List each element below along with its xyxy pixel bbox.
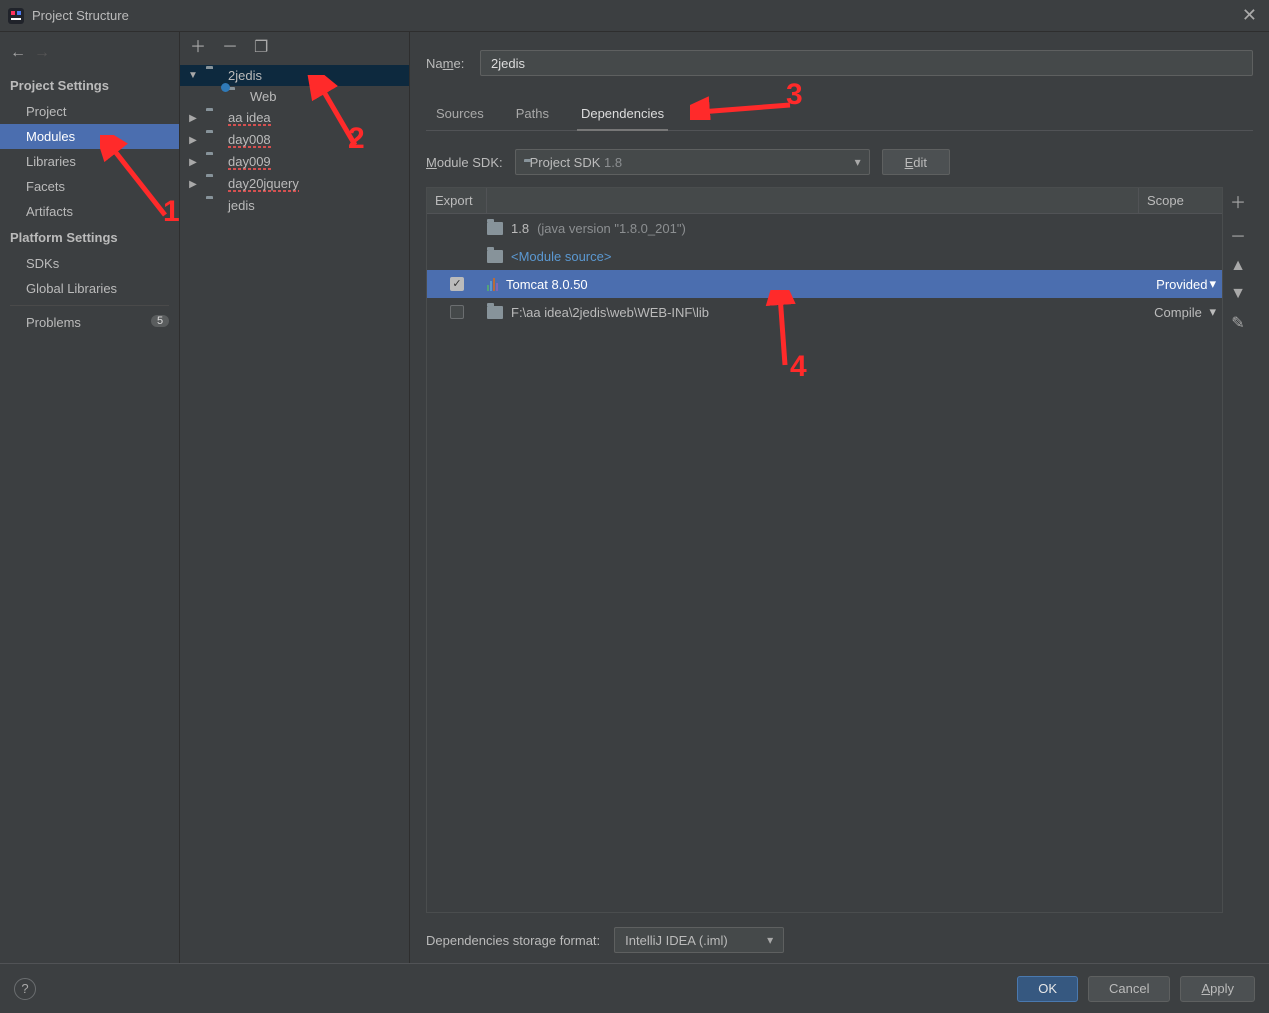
tab-paths[interactable]: Paths — [512, 98, 553, 130]
sidebar: ← → Project Settings Project Modules Lib… — [0, 32, 180, 963]
tab-sources[interactable]: Sources — [432, 98, 488, 130]
expand-icon[interactable]: ▼ — [186, 70, 200, 81]
module-tree-panel: ＋ － ❐ ▼ 2jedis Web ▶ aa idea ▶ — [180, 32, 410, 963]
folder-icon — [487, 222, 503, 235]
sidebar-item-modules[interactable]: Modules — [0, 124, 179, 149]
sidebar-item-libraries[interactable]: Libraries — [0, 149, 179, 174]
dep-row-lib-folder[interactable]: F:\aa idea\2jedis\web\WEB-INF\lib Compil… — [427, 298, 1222, 326]
tree-item-aa-idea[interactable]: ▶ aa idea — [180, 107, 409, 129]
sidebar-item-artifacts[interactable]: Artifacts — [0, 199, 179, 224]
section-platform-settings: Platform Settings — [0, 224, 179, 251]
storage-format-select[interactable]: IntelliJ IDEA (.iml) ▾ — [614, 927, 784, 953]
help-icon[interactable]: ? — [14, 978, 36, 1000]
tree-item-jedis[interactable]: jedis — [180, 195, 409, 216]
edit-dependency-icon[interactable]: ✎ — [1231, 313, 1244, 333]
copy-module-icon[interactable]: ❐ — [254, 40, 268, 56]
tree-item-day20jquery[interactable]: ▶ day20jquery — [180, 173, 409, 195]
add-dependency-icon[interactable]: ＋ — [1230, 189, 1246, 213]
storage-label: Dependencies storage format: — [426, 933, 600, 948]
folder-icon — [487, 306, 503, 319]
table-header: Export Scope — [427, 188, 1222, 214]
expand-icon[interactable]: ▶ — [186, 179, 200, 190]
problems-label: Problems — [26, 315, 81, 330]
name-input[interactable] — [480, 50, 1253, 76]
tree-item-day008[interactable]: ▶ day008 — [180, 129, 409, 151]
library-icon — [487, 278, 498, 291]
sidebar-item-facets[interactable]: Facets — [0, 174, 179, 199]
dependencies-table: Export Scope 1.8 (java version "1.8.0_20… — [426, 187, 1223, 913]
tree-item-web[interactable]: Web — [180, 86, 409, 107]
ok-button[interactable]: OK — [1017, 976, 1078, 1002]
scope-select[interactable]: Provided▾ — [1138, 276, 1222, 292]
module-tree[interactable]: ▼ 2jedis Web ▶ aa idea ▶ day008 ▶ — [180, 65, 409, 216]
move-down-icon[interactable]: ▼ — [1230, 285, 1246, 303]
dep-row-tomcat[interactable]: Tomcat 8.0.50 Provided▾ — [427, 270, 1222, 298]
dialog-footer: ? OK Cancel Apply — [0, 963, 1269, 1013]
apply-button[interactable]: Apply — [1180, 976, 1255, 1002]
section-project-settings: Project Settings — [0, 72, 179, 99]
forward-icon[interactable]: → — [34, 44, 50, 62]
add-module-icon[interactable]: ＋ — [190, 40, 206, 56]
chevron-down-icon: ▾ — [767, 933, 773, 947]
sidebar-item-sdks[interactable]: SDKs — [0, 251, 179, 276]
scope-select[interactable]: Compile ▾ — [1138, 304, 1222, 320]
expand-icon[interactable]: ▶ — [186, 135, 200, 146]
tree-item-day009[interactable]: ▶ day009 — [180, 151, 409, 173]
module-detail-panel: Name: Sources Paths Dependencies Module … — [410, 32, 1269, 963]
col-export[interactable]: Export — [427, 188, 487, 213]
chevron-down-icon: ▾ — [855, 155, 861, 169]
move-up-icon[interactable]: ▲ — [1230, 257, 1246, 275]
sidebar-item-problems[interactable]: Problems 5 — [0, 310, 179, 335]
divider — [10, 305, 169, 306]
module-toolbar: ＋ － ❐ — [180, 32, 409, 65]
app-icon — [8, 8, 24, 24]
window-title: Project Structure — [32, 8, 129, 23]
export-checkbox[interactable] — [450, 277, 464, 291]
sidebar-item-global-libraries[interactable]: Global Libraries — [0, 276, 179, 301]
detail-tabs: Sources Paths Dependencies — [426, 98, 1253, 131]
nav-history: ← → — [0, 40, 179, 72]
remove-module-icon[interactable]: － — [222, 40, 238, 56]
dep-row-module-source[interactable]: <Module source> — [427, 242, 1222, 270]
tab-dependencies[interactable]: Dependencies — [577, 98, 668, 131]
export-checkbox[interactable] — [450, 305, 464, 319]
folder-icon — [487, 250, 503, 263]
title-bar: Project Structure ✕ — [0, 0, 1269, 32]
module-sdk-select[interactable]: Project SDK 1.8 ▾ — [515, 149, 870, 175]
tree-item-2jedis[interactable]: ▼ 2jedis — [180, 65, 409, 86]
back-icon[interactable]: ← — [10, 44, 26, 62]
sidebar-item-project[interactable]: Project — [0, 99, 179, 124]
dep-row-jdk[interactable]: 1.8 (java version "1.8.0_201") — [427, 214, 1222, 242]
name-label: Name: — [426, 56, 480, 71]
edit-sdk-button[interactable]: Edit — [882, 149, 950, 175]
col-scope[interactable]: Scope — [1138, 188, 1222, 213]
module-sdk-label: Module SDK: — [426, 155, 503, 170]
expand-icon[interactable]: ▶ — [186, 157, 200, 168]
cancel-button[interactable]: Cancel — [1088, 976, 1170, 1002]
close-icon[interactable]: ✕ — [1238, 5, 1261, 26]
dependency-actions: ＋ － ▲ ▼ ✎ — [1223, 187, 1253, 913]
expand-icon[interactable]: ▶ — [186, 113, 200, 124]
problems-count-badge: 5 — [151, 315, 169, 327]
remove-dependency-icon[interactable]: － — [1230, 223, 1246, 247]
